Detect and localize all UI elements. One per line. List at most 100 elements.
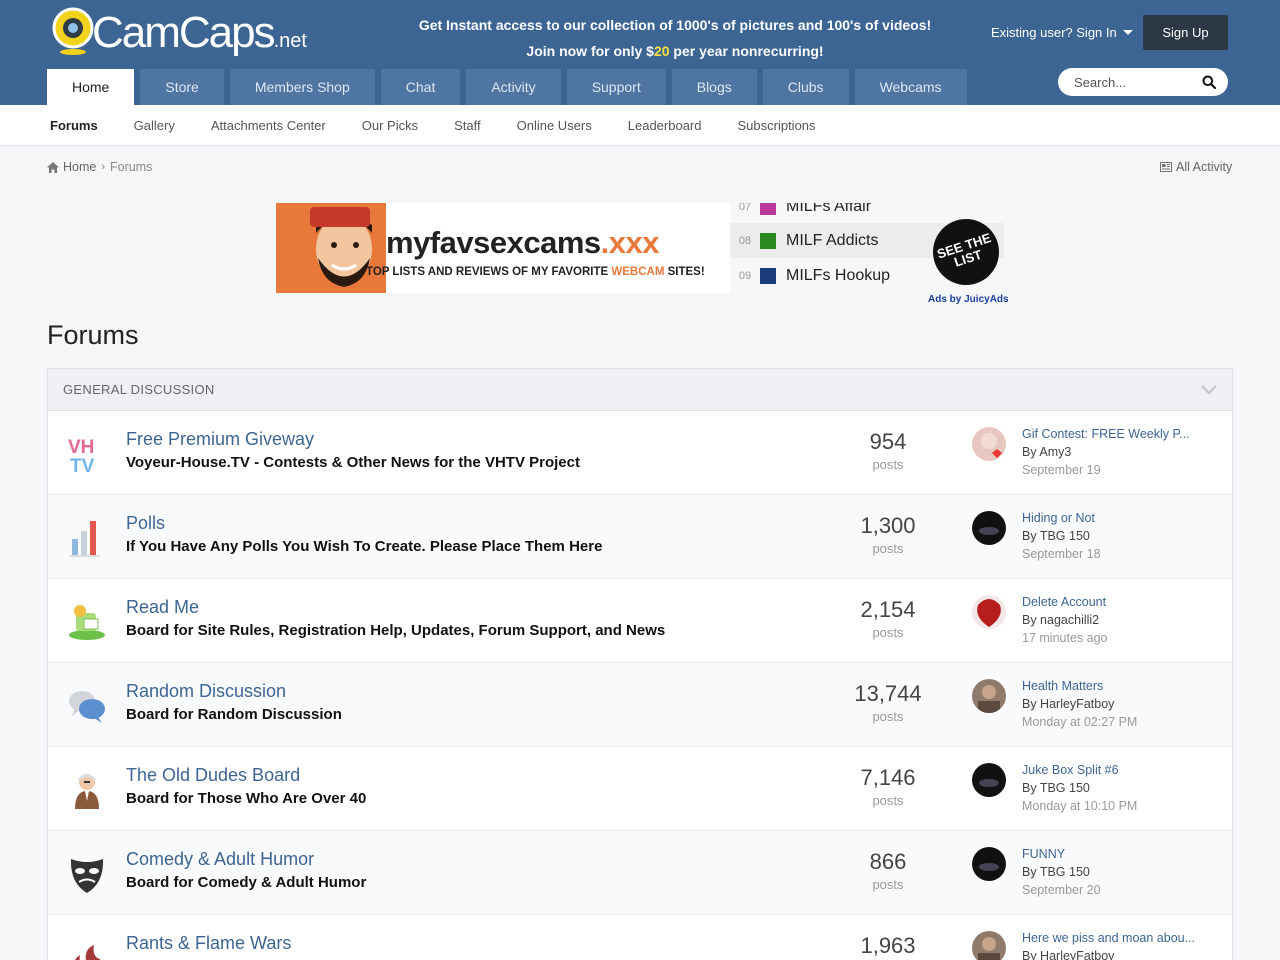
avatar[interactable] (972, 763, 1006, 797)
main-nav: Home Store Members Shop Chat Activity Su… (47, 69, 967, 105)
nav-tab-clubs[interactable]: Clubs (762, 69, 849, 105)
webcam-logo-icon (52, 7, 94, 55)
avatar[interactable] (972, 847, 1006, 881)
last-post-date: Monday at 10:10 PM (1022, 799, 1138, 813)
forum-post-count-label: posts (872, 625, 904, 640)
ad-tagline-highlight: WEBCAM (611, 266, 665, 278)
subnav-gallery[interactable]: Gallery (134, 118, 175, 133)
last-post-title[interactable]: Delete Account (1022, 595, 1106, 609)
sign-in-label: Existing user? Sign In (991, 25, 1117, 40)
site-logo-icon (760, 203, 776, 215)
mask-icon (70, 859, 104, 893)
sign-in-link[interactable]: Existing user? Sign In (991, 25, 1133, 40)
chevron-right-icon: › (101, 161, 106, 173)
subnav-attachments-center[interactable]: Attachments Center (211, 118, 326, 133)
breadcrumb-home-label: Home (63, 160, 97, 174)
nav-tab-support[interactable]: Support (566, 69, 666, 105)
last-post-author[interactable]: By Amy3 (1022, 445, 1071, 459)
last-post-author[interactable]: By TBG 150 (1022, 529, 1090, 543)
nav-tab-chat[interactable]: Chat (380, 69, 461, 105)
nav-tab-activity[interactable]: Activity (466, 69, 561, 105)
last-post-title[interactable]: FUNNY (1022, 847, 1065, 861)
forum-title[interactable]: Free Premium Giveway (126, 429, 314, 450)
avatar[interactable] (972, 595, 1006, 629)
avatar[interactable] (972, 511, 1006, 545)
breadcrumb: Home › Forums (47, 160, 152, 174)
ad-brand-name: myfavsexcams (386, 225, 601, 260)
search-icon[interactable] (1202, 75, 1216, 89)
ad-list-panel: 07 MILFs Affair 08 MILF Addicts 09 MILFs… (730, 203, 1004, 293)
ad-banner[interactable]: myfavsexcams.xxx TOP LISTS AND REVIEWS O… (276, 203, 1004, 293)
category-header[interactable]: GENERAL DISCUSSION (48, 369, 1232, 411)
ad-tagline-end: SITES! (664, 266, 705, 278)
forum-title[interactable]: The Old Dudes Board (126, 765, 300, 786)
promo-line-2: Join now for only $20 per year nonrecurr… (400, 38, 950, 64)
forum-row: Comedy & Adult Humor Board for Comedy & … (48, 831, 1232, 915)
forum-title[interactable]: Rants & Flame Wars (126, 933, 291, 954)
last-post-title[interactable]: Hiding or Not (1022, 511, 1095, 525)
promo-price-prefix: Join now for only $ (526, 43, 654, 59)
sub-nav: Forums Gallery Attachments Center Our Pi… (0, 105, 1280, 146)
avatar[interactable] (972, 427, 1006, 461)
ad-mascot-image (276, 203, 386, 293)
last-post-author[interactable]: By TBG 150 (1022, 781, 1090, 795)
flame-wars-icon (75, 945, 101, 960)
subnav-our-picks[interactable]: Our Picks (362, 118, 418, 133)
forum-post-count-label: posts (872, 457, 904, 472)
last-post-title[interactable]: Here we piss and moan abou... (1022, 931, 1195, 945)
avatar[interactable] (972, 679, 1006, 713)
forum-post-count: 954 (869, 429, 907, 454)
promo-banner: Get Instant access to our collection of … (400, 12, 950, 64)
last-post-title[interactable]: Gif Contest: FREE Weekly P... (1022, 427, 1190, 441)
forum-title[interactable]: Random Discussion (126, 681, 286, 702)
page-title: Forums (47, 320, 139, 350)
forum-row: Polls If You Have Any Polls You Wish To … (48, 495, 1232, 579)
search-input[interactable] (1074, 74, 1194, 90)
last-post-date: 17 minutes ago (1022, 631, 1108, 645)
ad-list-number: 07 (738, 203, 752, 213)
last-post-author[interactable]: By HarleyFatboy (1022, 697, 1114, 711)
forum-post-count: 2,154 (860, 597, 916, 622)
breadcrumb-current: Forums (110, 160, 153, 174)
site-logo[interactable]: CamCaps.net (48, 6, 310, 60)
forum-description: Voyeur-House.TV - Contests & Other News … (126, 454, 580, 471)
subnav-subscriptions[interactable]: Subscriptions (737, 118, 815, 133)
last-post-title[interactable]: Health Matters (1022, 679, 1103, 693)
forum-description: Board for Comedy & Adult Humor (126, 874, 367, 891)
sign-up-button[interactable]: Sign Up (1143, 15, 1228, 50)
last-post-author[interactable]: By TBG 150 (1022, 865, 1090, 879)
all-activity-link[interactable]: All Activity (1160, 160, 1232, 174)
forum-title[interactable]: Comedy & Adult Humor (126, 849, 314, 870)
forum-post-count-label: posts (872, 709, 904, 724)
ad-credit[interactable]: Ads by JuicyAds (928, 294, 1009, 305)
forum-row: Read Me Board for Site Rules, Registrati… (48, 579, 1232, 663)
subnav-staff[interactable]: Staff (454, 118, 481, 133)
nav-tab-blogs[interactable]: Blogs (671, 69, 757, 105)
last-post-author[interactable]: By HarleyFatboy (1022, 949, 1114, 960)
forum-title[interactable]: Read Me (126, 597, 199, 618)
last-post-author[interactable]: By nagachilli2 (1022, 613, 1099, 627)
breadcrumb-home[interactable]: Home (47, 160, 96, 174)
avatar[interactable] (972, 931, 1006, 960)
nav-tab-members-shop[interactable]: Members Shop (229, 69, 375, 105)
last-post-title[interactable]: Juke Box Split #6 (1022, 763, 1119, 777)
site-logo-icon (760, 232, 776, 249)
nav-tab-store[interactable]: Store (140, 69, 224, 105)
subnav-forums[interactable]: Forums (50, 118, 98, 133)
chevron-down-icon[interactable] (1201, 384, 1217, 395)
ad-list-number: 09 (738, 269, 752, 282)
last-post-date: September 19 (1022, 463, 1101, 477)
nav-tab-webcams[interactable]: Webcams (854, 69, 967, 105)
forum-row: The Old Dudes Board Board for Those Who … (48, 747, 1232, 831)
nav-tab-home[interactable]: Home (47, 69, 135, 105)
newspaper-icon (1160, 162, 1172, 172)
subnav-leaderboard[interactable]: Leaderboard (628, 118, 702, 133)
forum-description: Board for Random Discussion (126, 706, 342, 723)
home-icon (47, 161, 59, 173)
subnav-online-users[interactable]: Online Users (517, 118, 592, 133)
forum-post-count: 13,744 (854, 681, 922, 706)
forum-post-count: 1,963 (860, 933, 916, 958)
forum-title[interactable]: Polls (126, 513, 165, 534)
poll-chart-icon (70, 521, 100, 557)
forum-post-count: 1,300 (860, 513, 916, 538)
